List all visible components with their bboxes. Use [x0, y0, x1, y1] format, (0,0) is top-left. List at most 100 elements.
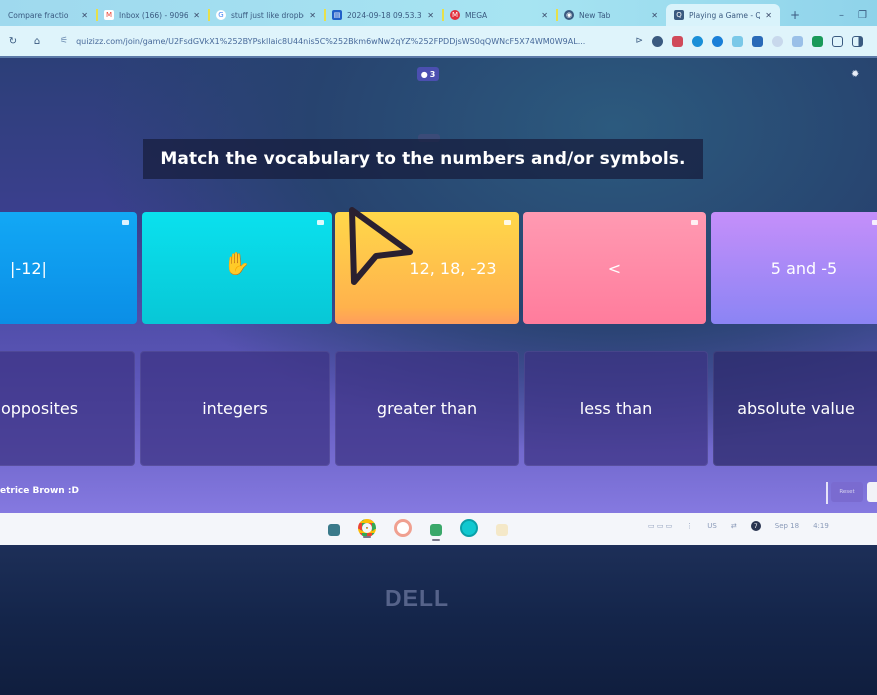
streak-badge: ● 3	[417, 67, 439, 81]
player-name: etrice Brown :D	[0, 486, 79, 496]
address-bar[interactable]: ⚟ quizizz.com/join/game/U2FsdGVkX1%252BY…	[52, 30, 635, 52]
extension-icon[interactable]	[792, 35, 803, 47]
answer-cards-row: |-12| ✋ 12, 18, -23 < 5 and -5	[0, 212, 877, 324]
play-icon[interactable]	[772, 35, 783, 47]
extension-icon[interactable]	[732, 35, 743, 47]
vocab-card-integers[interactable]: integers	[140, 351, 330, 466]
vocab-card-absolute-value[interactable]: absolute value	[713, 351, 877, 466]
question-text: Match the vocabulary to the numbers and/…	[160, 149, 686, 169]
match-card-less-than-symbol[interactable]: <	[523, 212, 706, 324]
tab-title: stuff just like dropbo	[231, 10, 305, 20]
os-taskbar: ▭ ▭ ▭ ⋮ US ⇄ 7 Sep 18 4:19	[0, 513, 877, 545]
system-tray[interactable]: ▭ ▭ ▭ ⋮ US ⇄ 7 Sep 18 4:19	[648, 521, 829, 531]
home-icon[interactable]: ⌂	[28, 32, 46, 50]
match-card-abs-12[interactable]: |-12|	[0, 212, 137, 324]
match-card-5-and-neg5[interactable]: 5 and -5	[711, 212, 877, 324]
extension-icon[interactable]	[652, 35, 663, 47]
card-text: greater than	[376, 399, 478, 418]
tab-playing-a-game[interactable]: Q Playing a Game - Qu ✕	[666, 4, 780, 26]
tab-compare-fractions[interactable]: Compare fractio ✕	[0, 4, 96, 26]
new-tab-button[interactable]: +	[780, 4, 810, 26]
chrome-icon: ◉	[564, 10, 574, 20]
card-text: 5 and -5	[770, 258, 838, 278]
vocab-card-greater-than[interactable]: greater than	[335, 351, 519, 466]
tote-icon[interactable]: ▭ ▭ ▭	[648, 522, 672, 530]
send-icon[interactable]: ⊳	[635, 36, 643, 46]
submit-button[interactable]	[867, 482, 877, 502]
reload-icon[interactable]: ↻	[4, 32, 22, 50]
grab-hand-cursor-icon: ✋	[223, 251, 251, 277]
notification-badge[interactable]: 7	[750, 521, 761, 531]
vocabulary-cards-row: opposites integers greater than less tha…	[0, 351, 877, 466]
tab-inbox[interactable]: M Inbox (166) - 909674 ✕	[96, 4, 208, 26]
close-tab-icon[interactable]: ✕	[765, 11, 772, 20]
restore-icon[interactable]: ❐	[858, 10, 867, 21]
close-tab-icon[interactable]: ✕	[427, 11, 434, 20]
settings-gear-icon[interactable]: ✹	[851, 69, 859, 80]
tab-mega[interactable]: M MEGA ✕	[442, 4, 556, 26]
reset-button[interactable]: Reset	[831, 482, 863, 502]
tray-date[interactable]: Sep 18	[775, 522, 799, 530]
extensions-bar: ⊳	[635, 35, 873, 47]
close-tab-icon[interactable]: ✕	[541, 11, 548, 20]
browser-toolbar: ↻ ⌂ ⚟ quizizz.com/join/game/U2FsdGVkX1%2…	[0, 26, 877, 58]
google-icon: G	[216, 10, 226, 20]
tab-separator	[324, 9, 326, 21]
mic-icon[interactable]: ⋮	[686, 522, 693, 530]
question-banner: Match the vocabulary to the numbers and/…	[143, 139, 703, 179]
site-info-icon[interactable]: ⚟	[60, 36, 68, 46]
chat-app-icon[interactable]	[394, 519, 412, 537]
dell-logo: DELL	[385, 585, 450, 611]
url-text: quizizz.com/join/game/U2FsdGVkX1%252BYPs…	[76, 36, 586, 46]
card-drag-indicator	[691, 220, 698, 225]
tab-title: MEGA	[465, 10, 488, 20]
tab-new-tab[interactable]: ◉ New Tab ✕	[556, 4, 666, 26]
chrome-app-icon[interactable]	[358, 519, 376, 538]
card-drag-indicator	[122, 220, 129, 225]
card-text: integers	[202, 399, 268, 418]
vocab-card-opposites[interactable]: opposites	[0, 351, 135, 466]
quizizz-icon: Q	[674, 10, 684, 20]
tab-separator	[442, 9, 444, 21]
extension-icon[interactable]	[812, 35, 823, 47]
close-tab-icon[interactable]: ✕	[309, 11, 316, 20]
calendar-icon: ▤	[332, 10, 342, 20]
footer-divider	[826, 482, 828, 504]
mega-icon: M	[450, 10, 460, 20]
megaphone-icon[interactable]	[672, 35, 683, 47]
gear-extension-icon[interactable]	[692, 35, 703, 47]
match-card-empty[interactable]: ✋	[142, 212, 332, 324]
card-drag-indicator	[317, 220, 324, 225]
input-locale[interactable]: US	[707, 522, 717, 530]
canvas-app-icon[interactable]	[496, 523, 508, 536]
card-drag-indicator	[504, 220, 511, 225]
tab-screenshot-date[interactable]: ▤ 2024-09-18 09.53.35 ✕	[324, 4, 442, 26]
wifi-icon[interactable]: ⇄	[731, 522, 737, 530]
card-text: opposites	[0, 399, 79, 418]
tray-time[interactable]: 4:19	[813, 522, 829, 530]
classroom-app-icon[interactable]	[430, 523, 442, 541]
flame-icon: ●	[420, 69, 428, 79]
running-indicator	[363, 536, 371, 538]
close-tab-icon[interactable]: ✕	[193, 11, 200, 20]
minimize-icon[interactable]: –	[839, 10, 844, 21]
running-indicator	[432, 538, 440, 541]
extension-icon[interactable]	[712, 35, 723, 47]
tab-separator	[208, 9, 210, 21]
tab-separator	[556, 9, 558, 21]
files-app-icon[interactable]	[328, 523, 340, 536]
close-tab-icon[interactable]: ✕	[651, 11, 658, 20]
close-tab-icon[interactable]: ✕	[81, 11, 88, 20]
camera-app-icon[interactable]	[460, 519, 478, 537]
gmail-icon: M	[104, 10, 114, 20]
card-drag-indicator	[872, 220, 877, 225]
tab-title: Compare fractio	[8, 10, 69, 20]
vocab-card-less-than[interactable]: less than	[524, 351, 708, 466]
puzzle-icon[interactable]	[832, 35, 843, 47]
side-panel-icon[interactable]	[852, 35, 863, 47]
streak-count: 3	[429, 69, 436, 79]
window-controls: – ❐	[839, 4, 877, 26]
tab-google-search[interactable]: G stuff just like dropbo ✕	[208, 4, 324, 26]
pen-icon[interactable]	[752, 35, 763, 47]
taskbar-pinned-apps	[328, 519, 508, 541]
